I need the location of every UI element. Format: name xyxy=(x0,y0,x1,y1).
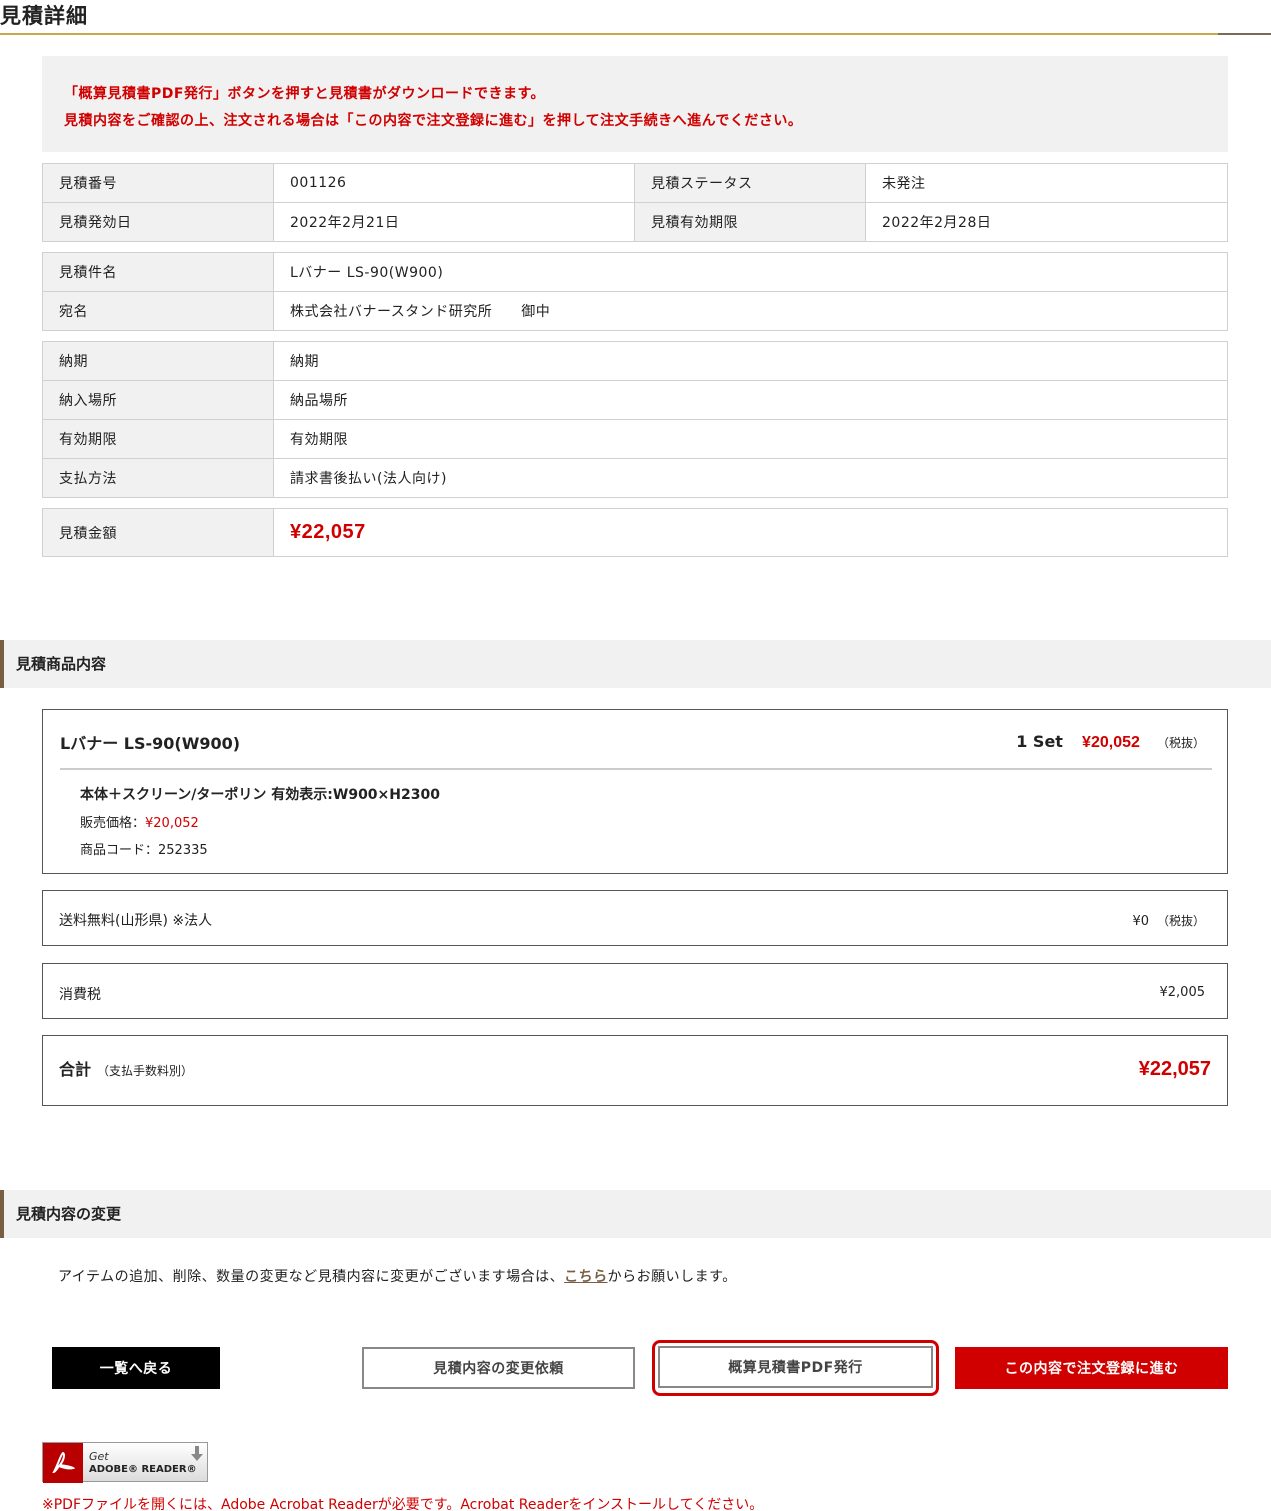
pdf-issue-button[interactable]: 概算見積書PDF発行 xyxy=(658,1346,933,1388)
change-text-before: アイテムの追加、削除、数量の変更など見積内容に変更がございます場合は、 xyxy=(58,1269,565,1285)
total-row: 合計 （支払手数料別） ¥22,057 xyxy=(42,1035,1228,1106)
proceed-to-order-button[interactable]: この内容で注文登録に進む xyxy=(955,1347,1228,1389)
shipping-label: 送料無料(山形県) ※法人 xyxy=(59,913,213,929)
place-label: 納入場所 xyxy=(42,380,274,420)
consumption-tax-value: ¥2,005 xyxy=(1159,985,1206,1000)
estimate-number-label: 見積番号 xyxy=(42,163,274,203)
get-adobe-reader-badge[interactable]: Get ADOBE® READER® xyxy=(42,1442,208,1483)
total-value: ¥22,057 xyxy=(1138,1058,1211,1080)
download-arrow-icon xyxy=(191,1446,203,1466)
amount-label: 見積金額 xyxy=(42,508,274,557)
notice-line-1: 「概算見積書PDF発行」ボタンを押すと見積書がダウンロードできます。 xyxy=(64,86,546,102)
shipping-value: ¥0 xyxy=(1132,914,1149,929)
back-to-list-button[interactable]: 一覧へ戻る xyxy=(52,1347,220,1389)
shipping-row: 送料無料(山形県) ※法人 ¥0 （税抜） xyxy=(42,890,1228,946)
consumption-tax-row: 消費税 ¥2,005 xyxy=(42,963,1228,1019)
change-text-after: からお願いします。 xyxy=(607,1269,737,1285)
notice-box: 「概算見積書PDF発行」ボタンを押すと見積書がダウンロードできます。 見積内容を… xyxy=(42,56,1228,152)
addressee-label: 宛名 xyxy=(42,291,274,331)
delivery-label: 納期 xyxy=(42,341,274,381)
product-sale-price-line: 販売価格：¥20,052 xyxy=(80,812,199,831)
validity-label: 有効期限 xyxy=(42,419,274,459)
product-name: Lバナー LS-90(W900) xyxy=(60,734,241,753)
sale-price-label: 販売価格： xyxy=(80,816,146,831)
estimate-status: 未発注 xyxy=(865,163,1228,203)
items-section-heading: 見積商品内容 xyxy=(0,640,1271,688)
estimate-subject-table: 見積件名 Lバナー LS-90(W900) 宛名 株式会社バナースタンド研究所 … xyxy=(42,252,1228,331)
change-text: アイテムの追加、削除、数量の変更など見積内容に変更がございます場合は、こちらから… xyxy=(58,1266,737,1286)
payment: 請求書後払い(法人向け) xyxy=(273,458,1228,498)
expiry-date-label: 見積有効期限 xyxy=(634,202,866,242)
issue-date-label: 見積発効日 xyxy=(42,202,274,242)
notice-line-2: 見積内容をご確認の上、注文される場合は「この内容で注文登録に進む」を押して注文手… xyxy=(64,113,803,129)
product-qty: 1 Set xyxy=(1016,732,1063,751)
shipping-value-block: ¥0 （税抜） xyxy=(1132,912,1205,929)
delivery: 納期 xyxy=(273,341,1228,381)
adobe-get-text: Get xyxy=(89,1450,109,1463)
product-divider xyxy=(60,768,1212,770)
estimate-status-label: 見積ステータス xyxy=(634,163,866,203)
estimate-number: 001126 xyxy=(273,163,635,203)
consumption-tax-label: 消費税 xyxy=(59,987,101,1003)
validity: 有効期限 xyxy=(273,419,1228,459)
issue-date: 2022年2月21日 xyxy=(273,202,635,242)
title-underline-end xyxy=(1218,33,1271,35)
subject-label: 見積件名 xyxy=(42,252,274,292)
total-sub-label: （支払手数料別） xyxy=(97,1064,194,1078)
pdf-reader-note: ※PDFファイルを開くには、Adobe Acrobat Readerが必要です。… xyxy=(42,1497,764,1511)
estimate-meta-table: 見積番号 001126 見積ステータス 未発注 見積発効日 2022年2月21日… xyxy=(42,163,1228,242)
addressee: 株式会社バナースタンド研究所 御中 xyxy=(273,291,1228,331)
change-link[interactable]: こちら xyxy=(564,1269,608,1285)
total-label-block: 合計 （支払手数料別） xyxy=(59,1056,193,1080)
total-label: 合計 xyxy=(59,1060,92,1079)
change-section-heading: 見積内容の変更 xyxy=(0,1190,1271,1238)
page-title: 見積詳細 xyxy=(0,4,88,28)
estimate-terms-table: 納期 納期 納入場所 納品場所 有効期限 有効期限 支払方法 請求書後払い(法人… xyxy=(42,341,1228,498)
product-code: 商品コード：252335 xyxy=(80,843,208,858)
expiry-date: 2022年2月28日 xyxy=(865,202,1228,242)
product-option: 本体＋スクリーン/ターポリン 有効表示:W900×H2300 xyxy=(80,787,440,803)
shipping-tax-note: （税抜） xyxy=(1156,914,1205,928)
product-price-block: 1 Set ¥20,052 （税抜） xyxy=(1016,732,1205,752)
adobe-reader-text: ADOBE® READER® xyxy=(89,1464,197,1475)
change-request-button[interactable]: 見積内容の変更依頼 xyxy=(362,1347,635,1389)
subject: Lバナー LS-90(W900) xyxy=(273,252,1228,292)
sale-price: ¥20,052 xyxy=(145,816,199,831)
product-tax-note: （税抜） xyxy=(1156,736,1205,750)
place: 納品場所 xyxy=(273,380,1228,420)
amount-value: ¥22,057 xyxy=(290,521,366,543)
product-card: Lバナー LS-90(W900) 1 Set ¥20,052 （税抜） 本体＋ス… xyxy=(42,709,1228,874)
title-underline xyxy=(0,33,1218,35)
adobe-logo-icon xyxy=(43,1443,83,1483)
product-price: ¥20,052 xyxy=(1082,734,1140,751)
estimate-amount-table: 見積金額 ¥22,057 xyxy=(42,508,1228,557)
payment-label: 支払方法 xyxy=(42,458,274,498)
